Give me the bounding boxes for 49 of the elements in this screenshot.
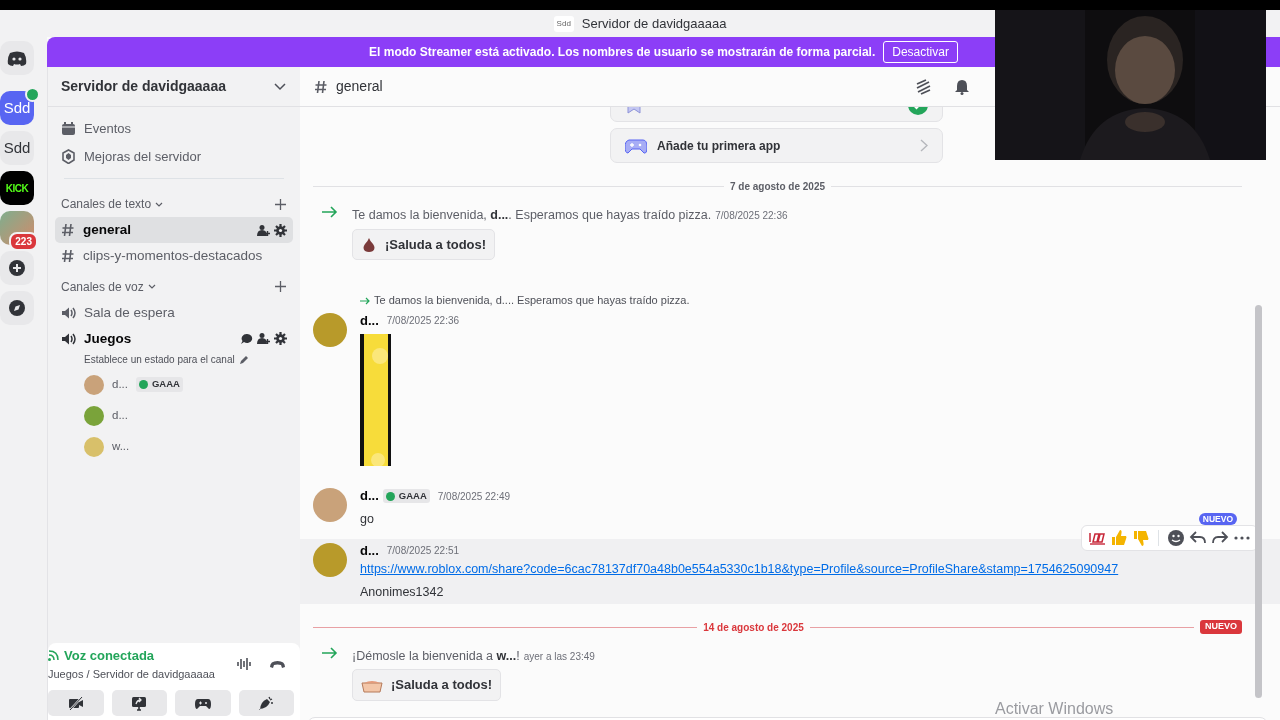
channel-item[interactable]: Sala de espera [55,299,293,326]
channel-item[interactable]: clips-y-momentos-destacados [55,243,293,270]
system-message: ¡Démosle la bienvenida a w...! [352,648,520,663]
system-message: Te damos la bienvenida, d.... Esperamos que hayas traído pizza. [352,208,712,223]
author-name[interactable]: d... [360,486,379,506]
new-badge: NUEVO [1200,620,1242,634]
server-icon: Sdd [553,15,574,32]
user-name[interactable]: w... [112,437,130,456]
category-header[interactable]: Canales de texto [61,195,164,213]
category-header[interactable]: Canales de voz [61,277,156,296]
author-name[interactable]: d... [360,540,379,561]
author-name[interactable]: d... [360,310,379,331]
timestamp: ayer a las 23:49 [523,650,595,662]
date-divider: 14 de agosto de 2025 [703,620,804,635]
deactivate-button[interactable]: Desactivar [883,41,958,63]
user-tag: GAAA [382,489,430,504]
channel-item[interactable]: general [55,217,293,244]
timestamp: 7/08/2025 22:49 [437,489,511,504]
timestamp: 7/08/2025 22:51 [386,543,460,558]
user-tag: GAAA [136,377,183,392]
new-badge: NUEVO [1198,512,1237,526]
server-button[interactable]: KICK [0,171,34,205]
user-name[interactable]: d... [112,375,128,394]
link[interactable]: https://www.roblox.com/share?code=6cac78137df70a48b0e554a5330c1b18&type=Profile&source=ProfileShare&stamp=1754625090947 [360,562,1119,577]
reply-preview[interactable]: Te damos la bienvenida, d.... Esperamos que hayas traído pizza. [374,292,690,309]
channel-status: Establece un estado para el canal [84,353,235,367]
streamer-notice: El modo Streamer está activado. Los nombres de usuario se mostrarán de forma parcial. [369,44,876,61]
date-divider: 7 de agosto de 2025 [730,180,826,195]
sticker-button[interactable]: ¡Saluda a todos! [352,228,496,261]
nav-item[interactable]: Mejoras del servidor [48,142,300,170]
channel-item[interactable]: Juegos [55,325,293,352]
server-button[interactable]: Sdd [0,131,34,165]
activation-watermark: Activar Windows [995,699,1114,719]
timestamp: 7/08/2025 22:36 [715,210,788,222]
unread-badge: 223 [9,232,38,251]
channel-name: general [336,77,384,96]
card-label: Añade tu primera app [657,137,782,155]
window-title: Servidor de davidgaaaaa [581,14,727,33]
voice-status: Voz conectada [64,647,155,665]
server-name: Servidor de davidgaaaaa [61,77,226,96]
voice-location[interactable]: Juegos / Servidor de davidgaaaaa [48,665,215,682]
timestamp: 7/08/2025 22:36 [386,314,460,329]
onboarding-card[interactable]: Añade tu primera app [610,128,943,164]
nav-item[interactable]: Eventos [48,115,300,143]
user-name[interactable]: d... [112,406,128,425]
message-text: Anonimes1342 [360,584,444,599]
server-header[interactable]: Servidor de davidgaaaaa [48,67,300,107]
message-text: go [360,511,374,526]
sticker-button[interactable]: ¡Saluda a todos! [352,669,502,701]
